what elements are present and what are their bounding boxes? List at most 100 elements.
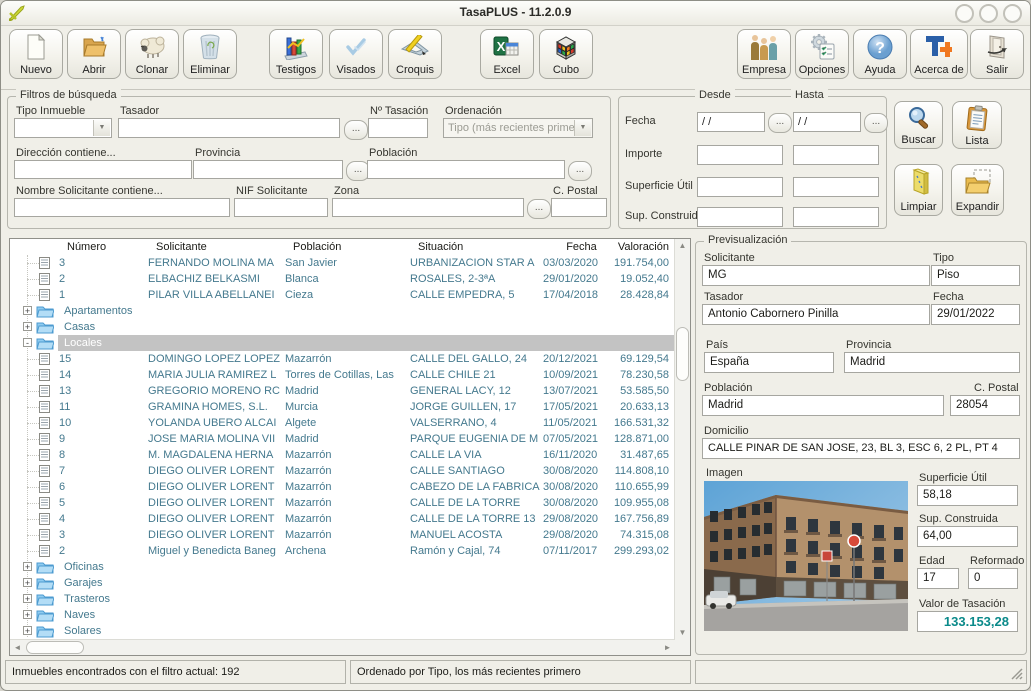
vertical-scrollbar[interactable]: ▲ ▼ <box>674 239 690 640</box>
nombre-solicitante-input[interactable] <box>14 198 230 217</box>
cpostal-filter-input[interactable] <box>551 198 607 217</box>
tree-folder-row[interactable]: + Garajes <box>10 575 675 591</box>
window-close-button[interactable] <box>1003 4 1022 23</box>
tasador-browse-button[interactable]: ... <box>344 120 368 140</box>
cpostal-value[interactable]: 28054 <box>950 395 1020 416</box>
sup-util-value[interactable]: 58,18 <box>917 485 1018 506</box>
fecha-desde-input[interactable]: / / <box>697 112 765 132</box>
table-row[interactable]: 15 DOMINGO LOPEZ LOPEZ Mazarrón CALLE DEL G… <box>10 351 675 367</box>
table-row[interactable]: 2 ELBACHIZ BELKASMI Blanca ROSALES, 2-3ªA 29… <box>10 271 675 287</box>
tasador-value[interactable]: Antonio Cabornero Pinilla <box>702 304 930 325</box>
domicilio-value[interactable]: CALLE PINAR DE SAN JOSE, 23, BL 3, ESC 6… <box>702 438 1020 459</box>
expand-icon[interactable]: + <box>23 562 32 571</box>
resize-grip-icon[interactable] <box>1010 667 1023 680</box>
importe-desde-input[interactable] <box>697 145 783 165</box>
provincia-input[interactable] <box>193 160 343 179</box>
limpiar-button[interactable]: Limpiar <box>894 164 943 216</box>
vertical-scroll-thumb[interactable] <box>676 327 689 381</box>
poblacion-filter-input[interactable] <box>367 160 565 179</box>
folder-label-area[interactable]: Oficinas <box>58 559 675 575</box>
collapse-icon[interactable]: - <box>23 338 32 347</box>
sup-construida-value[interactable]: 64,00 <box>917 526 1018 547</box>
chevron-down-icon[interactable]: ▼ <box>574 120 591 136</box>
table-row[interactable]: 7 DIEGO OLIVER LORENT Mazarrón CALLE SANTIA… <box>10 463 675 479</box>
window-minimize-button[interactable] <box>955 4 974 23</box>
column-header-poblacion[interactable]: Población <box>292 239 417 255</box>
clonar-button[interactable]: Clonar <box>125 29 179 79</box>
column-header-solicitante[interactable]: Solicitante <box>155 239 292 255</box>
table-row[interactable]: 4 DIEGO OLIVER LORENT Mazarrón CALLE DE LA … <box>10 511 675 527</box>
expand-icon[interactable]: + <box>23 610 32 619</box>
zona-input[interactable] <box>332 198 524 217</box>
table-row[interactable]: 5 DIEGO OLIVER LORENT Mazarrón CALLE DE LA … <box>10 495 675 511</box>
nif-solicitante-input[interactable] <box>234 198 328 217</box>
table-row[interactable]: 3 FERNANDO MOLINA MA San Javier URBANIZACIO… <box>10 255 675 271</box>
excel-button[interactable]: X Excel <box>480 29 534 79</box>
sup-util-hasta-input[interactable] <box>793 177 879 197</box>
acerca-de-button[interactable]: Acerca de <box>910 29 968 79</box>
column-header-numero[interactable]: Número <box>58 239 155 255</box>
column-header-situacion[interactable]: Situación <box>417 239 549 255</box>
table-row[interactable]: 10 YOLANDA UBERO ALCAI Algete VALSERRANO, 4… <box>10 415 675 431</box>
lista-button[interactable]: Lista <box>952 101 1002 149</box>
expand-icon[interactable]: + <box>23 594 32 603</box>
table-row[interactable]: 3 DIEGO OLIVER LORENT Mazarrón MANUEL ACOST… <box>10 527 675 543</box>
sup-construida-desde-input[interactable] <box>697 207 783 227</box>
poblacion-value[interactable]: Madrid <box>702 395 944 416</box>
folder-label-area[interactable]: Locales <box>58 335 675 351</box>
tree-folder-row[interactable]: + Naves <box>10 607 675 623</box>
folder-label-area[interactable]: Apartamentos <box>58 303 675 319</box>
tasador-input[interactable] <box>118 118 340 138</box>
tree-folder-row[interactable]: + Oficinas <box>10 559 675 575</box>
sup-util-desde-input[interactable] <box>697 177 783 197</box>
fecha-hasta-browse-button[interactable]: ... <box>864 113 888 133</box>
folder-label-area[interactable]: Trasteros <box>58 591 675 607</box>
fecha-hasta-input[interactable]: / / <box>793 112 861 132</box>
cubo-button[interactable]: Cubo <box>539 29 593 79</box>
expandir-button[interactable]: Expandir <box>951 164 1004 216</box>
num-tasacion-input[interactable] <box>368 118 428 138</box>
scroll-left-icon[interactable]: ◄ <box>10 640 25 655</box>
table-row[interactable]: 6 DIEGO OLIVER LORENT Mazarrón CABEZO DE LA… <box>10 479 675 495</box>
eliminar-button[interactable]: Eliminar <box>183 29 237 79</box>
expand-icon[interactable]: + <box>23 578 32 587</box>
valor-tasacion-value[interactable]: 133.153,28 <box>917 611 1018 632</box>
abrir-button[interactable]: Abrir <box>67 29 121 79</box>
horizontal-scroll-thumb[interactable] <box>26 641 84 654</box>
buscar-button[interactable]: Buscar <box>894 101 943 149</box>
ordenacion-select[interactable]: Tipo (más recientes primero) ▼ <box>443 118 593 138</box>
tree-folder-row[interactable]: + Solares <box>10 623 675 639</box>
tree-folder-row[interactable]: - Locales <box>10 335 675 351</box>
table-row[interactable]: 1 PILAR VILLA ABELLANEI Cieza CALLE EMPEDRA… <box>10 287 675 303</box>
scroll-down-icon[interactable]: ▼ <box>675 626 690 640</box>
expand-icon[interactable]: + <box>23 322 32 331</box>
expand-icon[interactable]: + <box>23 306 32 315</box>
sup-construida-hasta-input[interactable] <box>793 207 879 227</box>
tree-folder-row[interactable]: + Trasteros <box>10 591 675 607</box>
importe-hasta-input[interactable] <box>793 145 879 165</box>
window-maximize-button[interactable] <box>979 4 998 23</box>
empresa-button[interactable]: Empresa <box>737 29 791 79</box>
croquis-button[interactable]: Croquis <box>388 29 442 79</box>
edad-value[interactable]: 17 <box>917 568 959 589</box>
poblacion-browse-button[interactable]: ... <box>568 161 592 181</box>
tipo-inmueble-select[interactable]: ▼ <box>14 118 112 138</box>
folder-label-area[interactable]: Naves <box>58 607 675 623</box>
scroll-right-icon[interactable]: ► <box>660 640 675 655</box>
provincia-value[interactable]: Madrid <box>844 352 1020 373</box>
testigos-button[interactable]: Testigos <box>269 29 323 79</box>
folder-label-area[interactable]: Solares <box>58 623 675 639</box>
reformado-value[interactable]: 0 <box>968 568 1018 589</box>
folder-label-area[interactable]: Casas <box>58 319 675 335</box>
horizontal-scrollbar[interactable]: ◄ ► <box>10 639 675 655</box>
folder-label-area[interactable]: Garajes <box>58 575 675 591</box>
tipo-value[interactable]: Piso <box>931 265 1020 286</box>
opciones-button[interactable]: Opciones <box>795 29 849 79</box>
table-row[interactable]: 14 MARIA JULIA RAMIREZ L Torres de Cotilla… <box>10 367 675 383</box>
column-header-valoracion[interactable]: Valoración <box>614 239 675 255</box>
table-row[interactable]: 2 Miguel y Benedicta Baneg Archena Ramón y … <box>10 543 675 559</box>
solicitante-value[interactable]: MG <box>702 265 930 286</box>
column-header-fecha[interactable]: Fecha <box>549 239 614 255</box>
table-row[interactable]: 9 JOSE MARIA MOLINA VII Madrid PARQUE EUGEN… <box>10 431 675 447</box>
tree-folder-row[interactable]: + Apartamentos <box>10 303 675 319</box>
